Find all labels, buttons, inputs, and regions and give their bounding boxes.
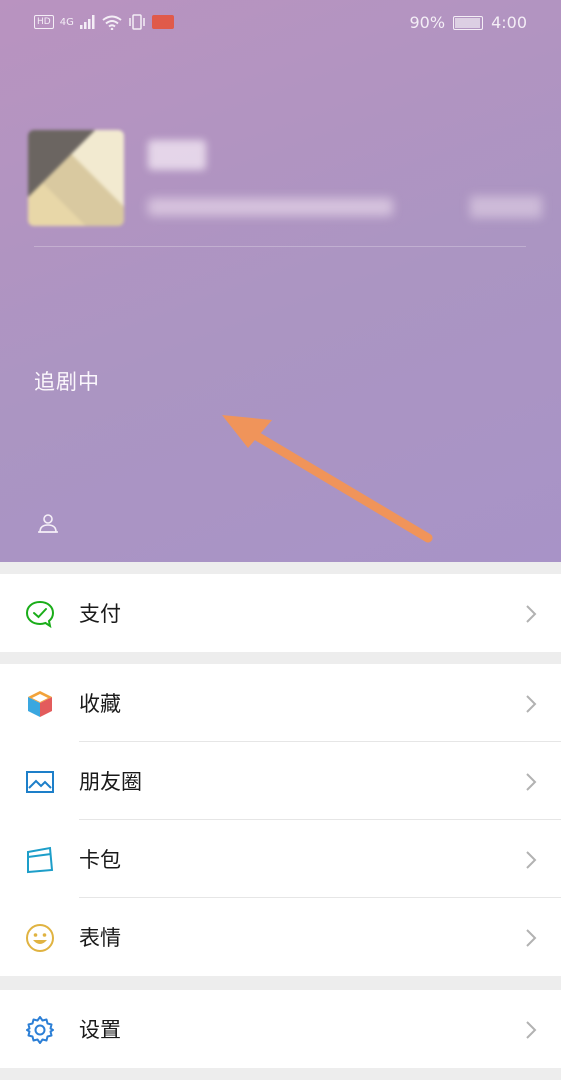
vibrate-icon (129, 14, 145, 30)
avatar[interactable] (28, 130, 124, 226)
menu-item-stickers[interactable]: 表情 (0, 898, 561, 976)
wechat-id-redacted[interactable] (148, 198, 393, 216)
nickname-redacted[interactable] (148, 140, 206, 170)
battery-icon (453, 15, 484, 30)
network-indicator: 4G (59, 16, 74, 28)
chevron-right-icon (526, 695, 537, 713)
menu-item-cards[interactable]: 卡包 (0, 820, 561, 898)
favorites-cube-icon (28, 691, 52, 717)
menu-label-settings: 设置 (79, 1018, 121, 1042)
smiley-icon (26, 924, 54, 952)
menu-item-pay[interactable]: 支付 (0, 574, 561, 652)
chevron-right-icon (526, 851, 537, 869)
menu-group-pay: 支付 (0, 574, 561, 652)
battery-percent: 90% (409, 13, 446, 32)
menu-group-settings: 设置 (0, 990, 561, 1068)
moments-picture-icon (26, 771, 54, 793)
menu-label-cards: 卡包 (79, 848, 121, 872)
gear-icon (26, 1016, 54, 1044)
card-wallet-icon (27, 846, 54, 874)
menu-label-pay: 支付 (79, 602, 121, 626)
wifi-icon (102, 15, 122, 30)
signal-icon (79, 15, 95, 29)
news-app-notification-icon (151, 15, 174, 29)
hd-indicator: HD (34, 15, 54, 29)
header-divider (34, 246, 526, 247)
menu-group-main: 收藏 朋友圈 卡包 表情 (0, 664, 561, 976)
status-person-icon[interactable] (36, 512, 60, 536)
menu-item-moments[interactable]: 朋友圈 (0, 742, 561, 820)
pay-icon (25, 600, 55, 629)
menu-item-favorites[interactable]: 收藏 (0, 664, 561, 742)
qr-code-redacted[interactable] (470, 196, 542, 218)
menu-label-moments: 朋友圈 (79, 770, 142, 794)
user-status[interactable]: 追剧中 (34, 366, 100, 396)
menu-label-stickers: 表情 (79, 926, 121, 950)
chevron-right-icon (526, 605, 537, 623)
chevron-right-icon (526, 929, 537, 947)
profile-header: HD 4G 90% 4:00 追剧中 (0, 0, 561, 562)
status-bar: HD 4G 90% 4:00 (0, 0, 561, 48)
chevron-right-icon (526, 1021, 537, 1039)
chevron-right-icon (526, 773, 537, 791)
menu-item-settings[interactable]: 设置 (0, 990, 561, 1068)
clock: 4:00 (491, 13, 527, 32)
menu-label-favorites: 收藏 (79, 692, 121, 716)
annotation-arrow (222, 415, 433, 543)
